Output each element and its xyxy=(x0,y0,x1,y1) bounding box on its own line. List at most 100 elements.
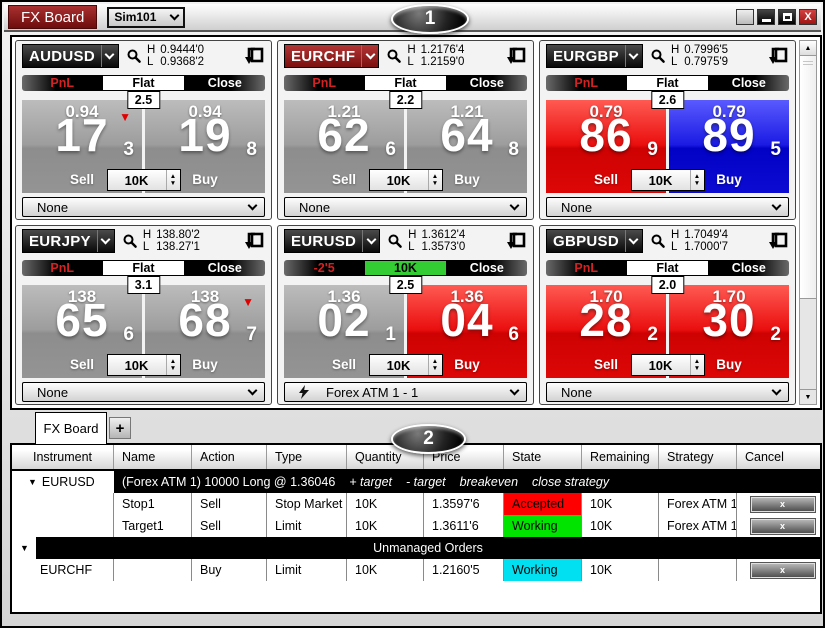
flat-button[interactable]: Flat xyxy=(102,75,184,91)
reverse-position-icon[interactable] xyxy=(506,231,527,251)
pnl-button[interactable]: PnL xyxy=(22,75,102,91)
close-position-button[interactable]: Close xyxy=(709,260,789,276)
high-value: 1.3612'4 xyxy=(421,229,465,242)
col-remaining[interactable]: Remaining xyxy=(582,445,659,469)
quantity-spinner[interactable]: 10K ▲▼ xyxy=(631,169,705,191)
flat-button[interactable]: Flat xyxy=(102,260,184,276)
atm-strategy-select[interactable]: None xyxy=(22,382,265,402)
flat-button[interactable]: Flat xyxy=(626,260,708,276)
minimize-button[interactable] xyxy=(757,9,775,25)
search-icon[interactable] xyxy=(126,48,142,64)
close-position-button[interactable]: Close xyxy=(709,75,789,91)
cancel-order-button[interactable]: x xyxy=(751,497,815,512)
close-button[interactable]: X xyxy=(799,9,817,25)
close-position-button[interactable]: Close xyxy=(447,75,527,91)
reverse-position-icon[interactable] xyxy=(244,46,265,66)
quantity-spinner[interactable]: 10K ▲▼ xyxy=(369,354,443,376)
maximize-button[interactable] xyxy=(778,9,796,25)
scroll-up-button[interactable]: ▲ xyxy=(800,41,816,56)
search-icon[interactable] xyxy=(386,48,402,64)
scroll-down-button[interactable]: ▼ xyxy=(800,389,816,404)
col-strategy[interactable]: Strategy xyxy=(659,445,737,469)
pnl-button[interactable]: PnL xyxy=(546,75,626,91)
link-minus-target[interactable]: - target xyxy=(406,475,446,489)
quantity-spinner[interactable]: 10K ▲▼ xyxy=(107,354,181,376)
chevron-down-icon xyxy=(772,386,782,396)
spin-down-icon[interactable]: ▼ xyxy=(170,365,176,372)
link-breakeven[interactable]: breakeven xyxy=(460,475,518,489)
order-type: Limit xyxy=(267,515,347,537)
pnl-button[interactable]: -2'5 xyxy=(284,260,364,276)
spin-up-icon[interactable]: ▲ xyxy=(694,173,700,180)
atm-strategy-select[interactable]: None xyxy=(284,197,527,217)
spinner-buttons[interactable]: ▲▼ xyxy=(166,170,180,190)
search-icon[interactable] xyxy=(122,233,138,249)
flat-button[interactable]: Flat xyxy=(626,75,708,91)
atm-strategy-select[interactable]: None xyxy=(22,197,265,217)
spin-down-icon[interactable]: ▼ xyxy=(432,365,438,372)
scrollbar-thumb[interactable] xyxy=(800,56,816,299)
spinner-buttons[interactable]: ▲▼ xyxy=(166,355,180,375)
spinner-buttons[interactable]: ▲▼ xyxy=(690,355,704,375)
search-icon[interactable] xyxy=(650,48,666,64)
quantity-spinner[interactable]: 10K ▲▼ xyxy=(369,169,443,191)
cancel-order-button[interactable]: x xyxy=(751,519,815,534)
spinner-buttons[interactable]: ▲▼ xyxy=(428,355,442,375)
instrument-selector[interactable]: GBPUSD xyxy=(546,229,643,253)
instrument-selector[interactable]: AUDUSD xyxy=(22,44,119,68)
collapse-arrow-icon[interactable]: ▼ xyxy=(28,477,37,487)
spin-down-icon[interactable]: ▼ xyxy=(694,180,700,187)
add-tab-button[interactable]: + xyxy=(109,417,131,439)
close-position-button[interactable]: Close xyxy=(185,260,265,276)
search-icon[interactable] xyxy=(650,233,666,249)
reverse-position-icon[interactable] xyxy=(768,46,789,66)
high-low-block: H1.2176'4 L1.2159'0 xyxy=(407,44,464,69)
atm-strategy-select[interactable]: Forex ATM 1 - 1 xyxy=(284,382,527,402)
spinner-buttons[interactable]: ▲▼ xyxy=(428,170,442,190)
col-type[interactable]: Type xyxy=(267,445,347,469)
spin-down-icon[interactable]: ▼ xyxy=(694,365,700,372)
cancel-order-button[interactable]: x xyxy=(751,563,815,578)
atm-strategy-select[interactable]: None xyxy=(546,382,789,402)
link-plus-target[interactable]: + target xyxy=(349,475,392,489)
instrument-selector[interactable]: EURJPY xyxy=(22,229,115,253)
spinner-buttons[interactable]: ▲▼ xyxy=(690,170,704,190)
flat-button[interactable]: Flat xyxy=(364,75,446,91)
pnl-button[interactable]: PnL xyxy=(546,260,626,276)
spin-down-icon[interactable]: ▼ xyxy=(170,180,176,187)
spin-up-icon[interactable]: ▲ xyxy=(170,358,176,365)
collapse-arrow-icon[interactable]: ▼ xyxy=(20,543,29,553)
col-action[interactable]: Action xyxy=(192,445,267,469)
instrument-selector[interactable]: EURUSD xyxy=(284,229,380,253)
properties-button[interactable] xyxy=(736,9,754,25)
col-name[interactable]: Name xyxy=(114,445,192,469)
account-select[interactable]: Sim101 xyxy=(107,7,185,28)
reverse-position-icon[interactable] xyxy=(244,231,265,251)
col-cancel[interactable]: Cancel xyxy=(737,445,820,469)
strategy-label: None xyxy=(37,200,249,215)
reverse-position-icon[interactable] xyxy=(768,231,789,251)
instrument-selector[interactable]: EURCHF xyxy=(284,44,379,68)
spin-down-icon[interactable]: ▼ xyxy=(432,180,438,187)
col-instrument[interactable]: Instrument xyxy=(12,445,114,469)
pnl-button[interactable]: PnL xyxy=(284,75,364,91)
close-position-button[interactable]: Close xyxy=(185,75,265,91)
reverse-position-icon[interactable] xyxy=(506,46,527,66)
instrument-selector[interactable]: EURGBP xyxy=(546,44,643,68)
spin-up-icon[interactable]: ▲ xyxy=(694,358,700,365)
atm-strategy-select[interactable]: None xyxy=(546,197,789,217)
close-position-button[interactable]: Close xyxy=(447,260,527,276)
col-state[interactable]: State xyxy=(504,445,582,469)
search-icon[interactable] xyxy=(387,233,403,249)
spin-up-icon[interactable]: ▲ xyxy=(432,173,438,180)
tab-fx-board[interactable]: FX Board xyxy=(35,412,107,444)
order-remaining: 10K xyxy=(582,515,659,537)
link-close-strategy[interactable]: close strategy xyxy=(532,475,609,489)
pnl-button[interactable]: PnL xyxy=(22,260,102,276)
quantity-spinner[interactable]: 10K ▲▼ xyxy=(107,169,181,191)
spin-up-icon[interactable]: ▲ xyxy=(432,358,438,365)
quantity-spinner[interactable]: 10K ▲▼ xyxy=(631,354,705,376)
spin-up-icon[interactable]: ▲ xyxy=(170,173,176,180)
tiles-scrollbar[interactable]: ▲ ▼ xyxy=(799,40,817,405)
position-size-button[interactable]: 10K xyxy=(364,260,446,276)
